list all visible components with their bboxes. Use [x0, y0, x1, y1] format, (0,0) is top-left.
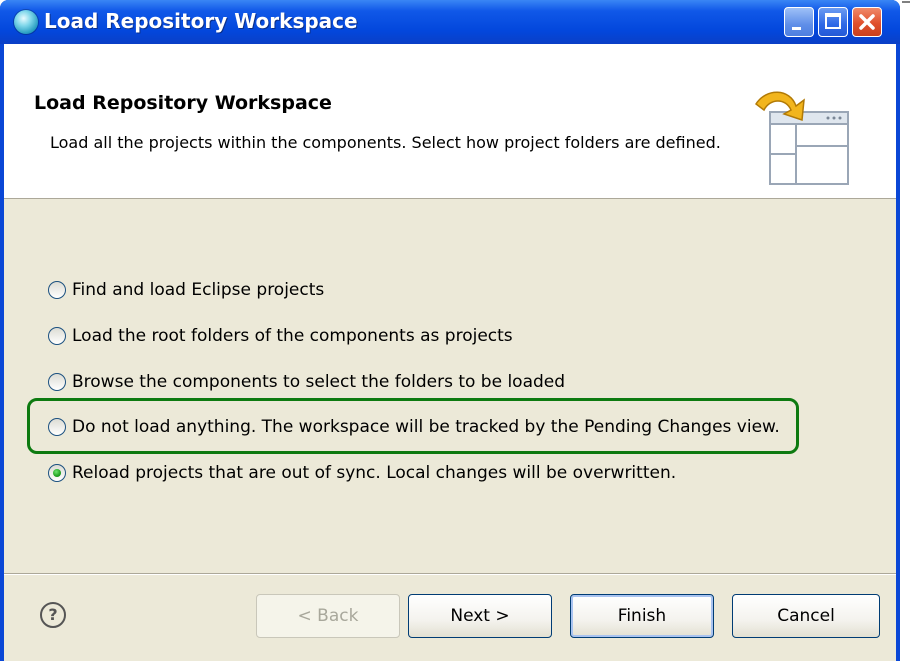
close-icon [859, 14, 875, 30]
maximize-button[interactable] [818, 7, 848, 37]
app-icon [14, 10, 38, 34]
maximize-icon [825, 13, 841, 29]
option-label: Reload projects that are out of sync. Lo… [72, 463, 677, 483]
cancel-button[interactable]: Cancel [732, 594, 880, 638]
option-find-eclipse-projects[interactable]: Find and load Eclipse projects [48, 275, 324, 305]
wizard-header: Load Repository Workspace Load all the p… [4, 44, 896, 199]
option-reload-out-of-sync[interactable]: Reload projects that are out of sync. Lo… [48, 458, 676, 488]
finish-button[interactable]: Finish [570, 594, 714, 638]
radio-button[interactable] [48, 281, 66, 299]
minimize-button[interactable] [784, 7, 814, 37]
option-label: Find and load Eclipse projects [72, 280, 325, 300]
back-button[interactable]: < Back [256, 594, 400, 638]
radio-button[interactable] [48, 373, 66, 391]
edge-marker [902, 1, 910, 3]
footer-separator [4, 573, 896, 575]
dialog-client-area: Load Repository Workspace Load all the p… [4, 44, 896, 661]
close-button[interactable] [852, 7, 882, 37]
load-options-group: Find and load Eclipse projects Load the … [4, 198, 896, 578]
option-load-root-folders[interactable]: Load the root folders of the components … [48, 321, 513, 351]
window-title: Load Repository Workspace [44, 9, 358, 33]
minimize-icon [792, 27, 801, 30]
option-label: Browse the components to select the fold… [72, 372, 566, 392]
selected-option-highlight [27, 398, 799, 454]
page-title: Load Repository Workspace [34, 92, 332, 114]
help-icon[interactable]: ? [40, 602, 66, 628]
title-bar[interactable]: Load Repository Workspace [0, 0, 900, 44]
radio-button-selected[interactable] [48, 464, 66, 482]
radio-button[interactable] [48, 327, 66, 345]
dialog-window: Load Repository Workspace Load Repositor… [0, 0, 900, 661]
next-button[interactable]: Next > [408, 594, 552, 638]
wizard-load-icon [754, 91, 849, 185]
page-description: Load all the projects within the compone… [50, 133, 721, 152]
option-browse-components[interactable]: Browse the components to select the fold… [48, 367, 565, 397]
option-label: Load the root folders of the components … [72, 326, 513, 346]
